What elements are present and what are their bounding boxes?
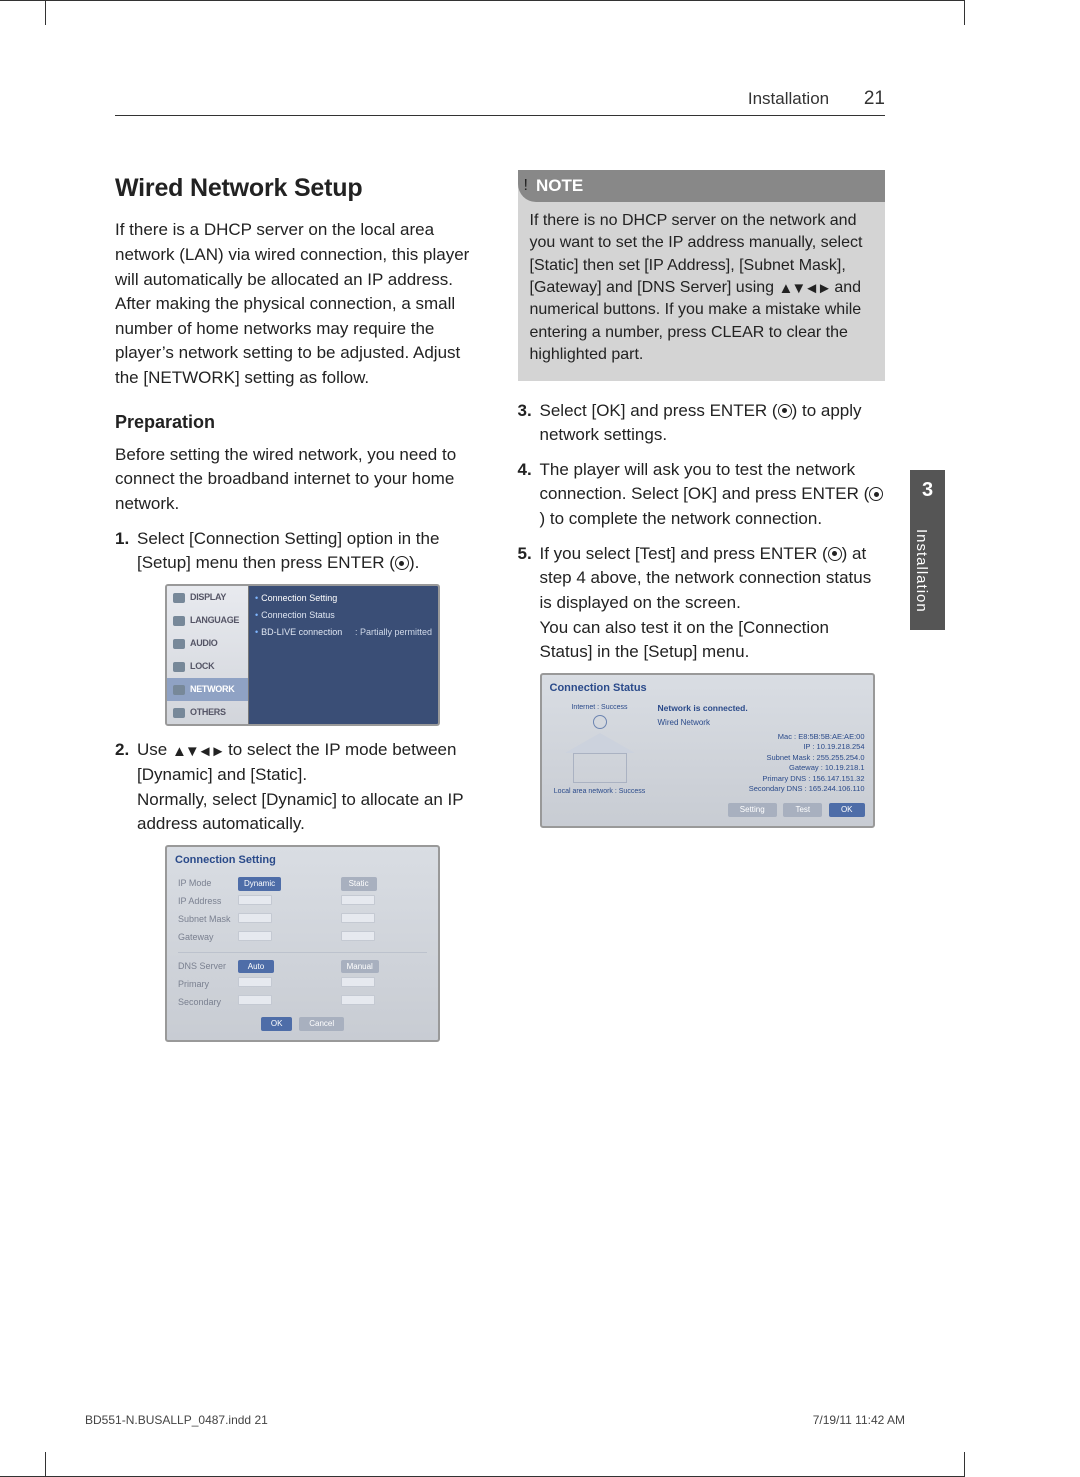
pill-manual[interactable]: Manual: [341, 960, 379, 974]
scr3-title: Connection Status: [550, 681, 865, 697]
menu-item-language[interactable]: LANGUAGE: [167, 609, 248, 632]
status-row: Gateway : 10.19.218.1: [658, 763, 865, 774]
footer-file: BD551-N.BUSALLP_0487.indd 21: [85, 1413, 268, 1427]
option-connection-setting[interactable]: •Connection Setting: [255, 590, 432, 607]
status-row: Secondary DNS : 165.244.106.110: [658, 784, 865, 795]
status-row: Primary DNS : 156.147.151.32: [658, 774, 865, 785]
ok-button[interactable]: OK: [829, 803, 865, 817]
status-row: IP : 10.19.218.254: [658, 742, 865, 753]
cancel-button[interactable]: Cancel: [299, 1017, 344, 1031]
house-icon: [565, 733, 635, 783]
menu-item-audio[interactable]: AUDIO: [167, 632, 248, 655]
footer: BD551-N.BUSALLP_0487.indd 21 7/19/11 11:…: [85, 1413, 905, 1427]
enter-icon: [869, 487, 883, 501]
intro-text: If there is a DHCP server on the local a…: [115, 218, 483, 390]
step-5: If you select [Test] and press ENTER () …: [518, 542, 886, 828]
step-1: Select [Connection Setting] option in th…: [115, 527, 483, 727]
scr2-title: Connection Setting: [175, 853, 430, 869]
pill-auto[interactable]: Auto: [238, 960, 274, 974]
arrow-keys-icon: ▲▼◄►: [172, 741, 223, 763]
heading-wired-network: Wired Network Setup: [115, 170, 483, 206]
enter-icon: [828, 547, 842, 561]
section-label: Installation: [748, 89, 829, 108]
footer-date: 7/19/11 11:42 AM: [813, 1413, 905, 1427]
menu-item-display[interactable]: DISPLAY: [167, 586, 248, 609]
note-box: ! NOTE If there is no DHCP server on the…: [518, 170, 886, 381]
page-number: 21: [864, 88, 885, 109]
status-row: Subnet Mask : 255.255.254.0: [658, 753, 865, 764]
menu-item-lock[interactable]: LOCK: [167, 655, 248, 678]
enter-icon: [395, 556, 409, 570]
pill-static[interactable]: Static: [341, 877, 377, 891]
option-bd-live-connection[interactable]: •BD-LIVE connection: Partially permitted: [255, 624, 432, 641]
side-tab-number: 3: [910, 470, 945, 505]
enter-icon: [778, 404, 792, 418]
menu-item-network[interactable]: NETWORK: [167, 678, 248, 701]
arrow-keys-icon: ▲▼◄►: [779, 278, 830, 299]
ok-button[interactable]: OK: [261, 1017, 293, 1031]
step-2: Use ▲▼◄► to select the IP mode between […: [115, 738, 483, 1042]
step-4: The player will ask you to test the netw…: [518, 458, 886, 532]
status-row: Mac : E8:5B:5B:AE:AE:00: [658, 732, 865, 743]
side-tab-label: Installation: [910, 505, 932, 625]
setting-button[interactable]: Setting: [728, 803, 777, 817]
note-title: NOTE: [536, 174, 583, 198]
step-3: Select [OK] and press ENTER () to apply …: [518, 399, 886, 448]
screenshot-setup-menu: DISPLAYLANGUAGEAUDIOLOCKNETWORKOTHERS •C…: [165, 584, 440, 726]
test-button[interactable]: Test: [783, 803, 822, 817]
page-header: Installation 21: [115, 88, 885, 110]
option-connection-status[interactable]: •Connection Status: [255, 607, 432, 624]
menu-item-others[interactable]: OTHERS: [167, 701, 248, 724]
screenshot-connection-setting: Connection Setting IP ModeDynamicStatic …: [165, 845, 440, 1042]
preparation-text: Before setting the wired network, you ne…: [115, 443, 483, 517]
heading-preparation: Preparation: [115, 409, 483, 435]
globe-icon: [593, 715, 607, 729]
exclamation-icon: !: [524, 175, 528, 197]
screenshot-connection-status: Connection Status Internet : Success Loc…: [540, 673, 875, 828]
side-tab: 3 Installation: [910, 470, 945, 630]
pill-dynamic[interactable]: Dynamic: [238, 877, 281, 891]
